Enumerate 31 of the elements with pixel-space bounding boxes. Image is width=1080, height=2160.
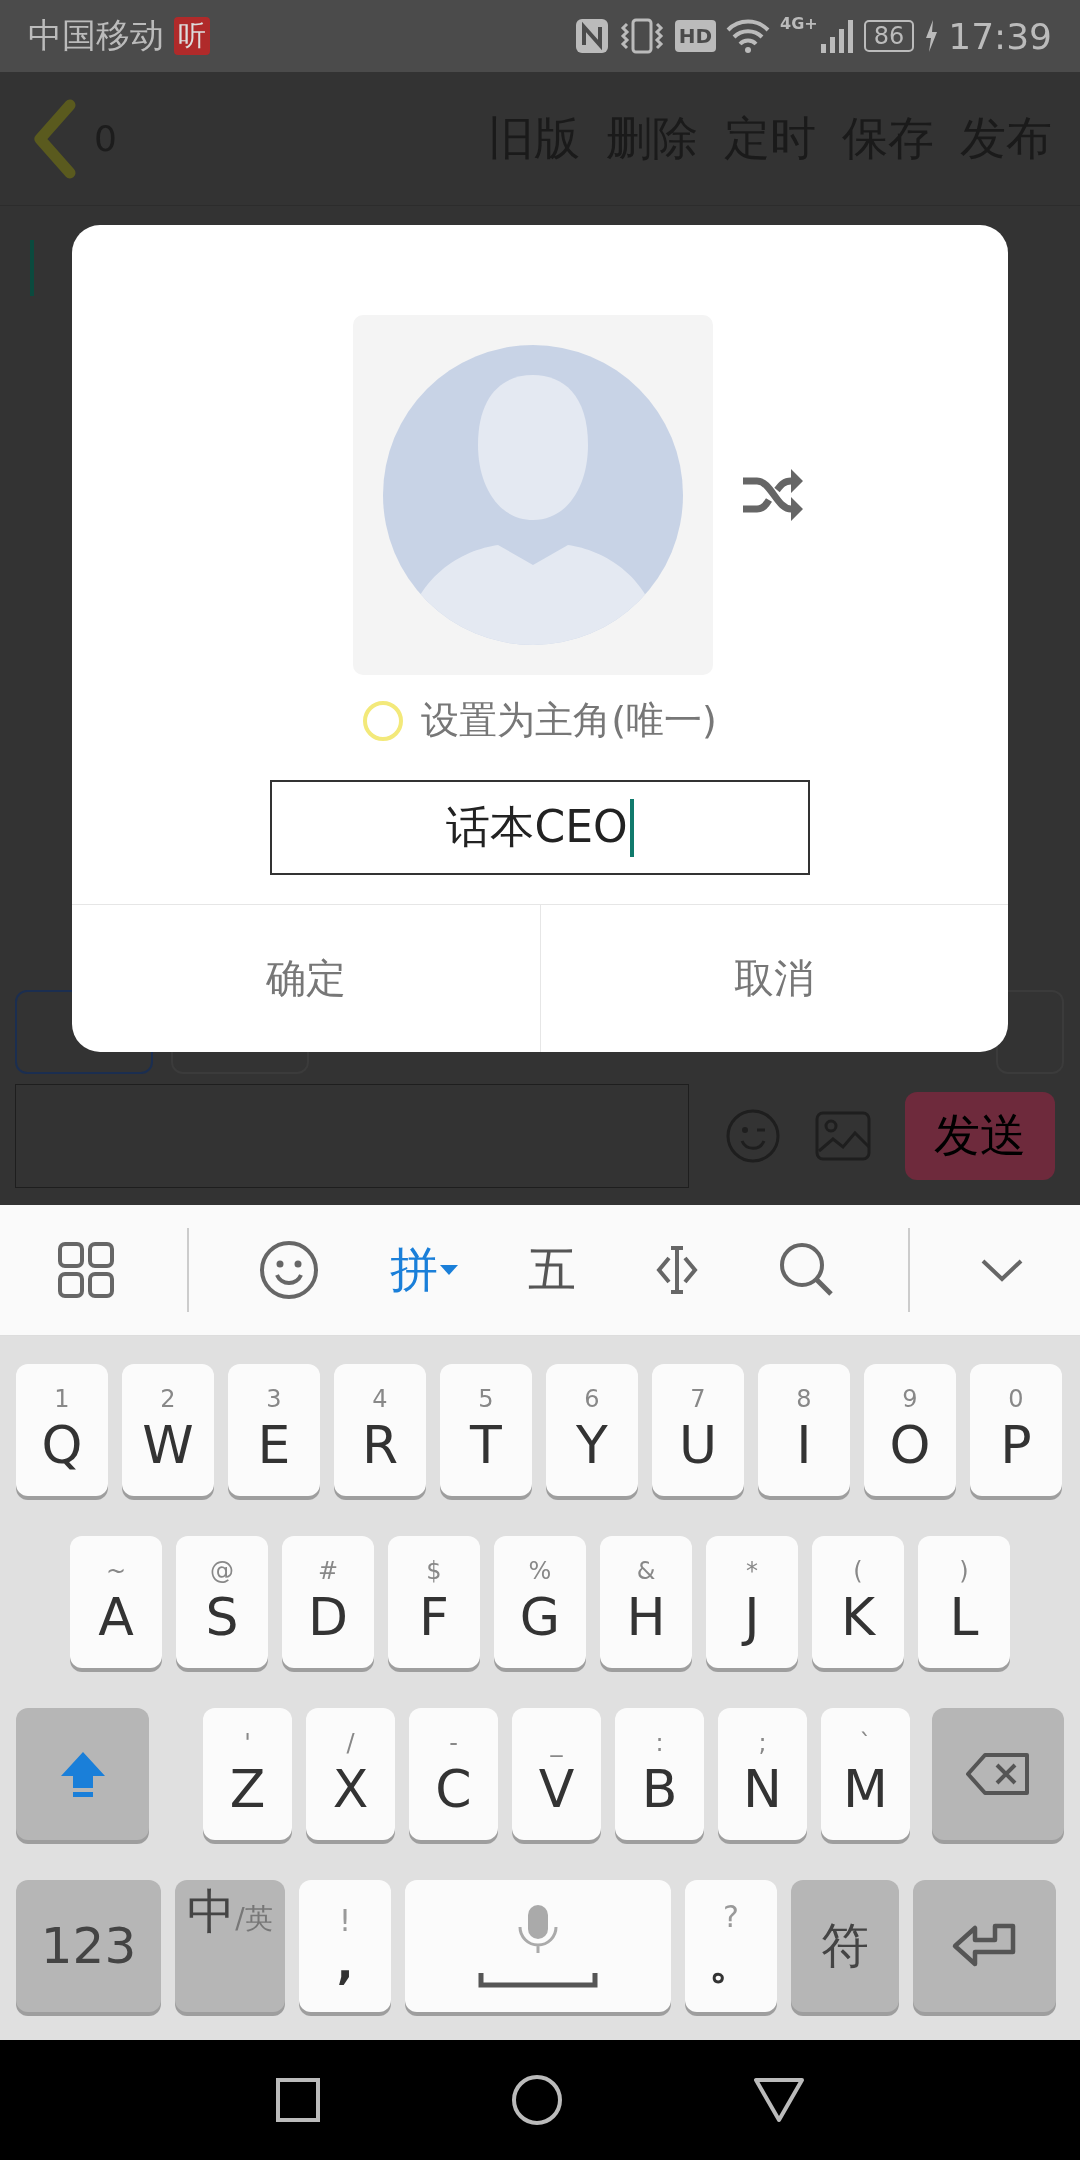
clock: 17:39 bbox=[948, 15, 1052, 57]
signal-icon bbox=[819, 18, 854, 54]
radio-label: 设置为主角(唯一) bbox=[421, 697, 717, 744]
hd-voice-icon: HD bbox=[674, 20, 717, 52]
battery-level: 86 bbox=[863, 20, 915, 52]
network-type: 4G+ bbox=[780, 14, 818, 33]
dialog-button[interactable]: 确定 bbox=[72, 905, 540, 1052]
microphone-icon bbox=[518, 1903, 558, 1955]
recents-button[interactable] bbox=[275, 2077, 321, 2123]
grid-icon[interactable] bbox=[56, 1240, 116, 1300]
chevron-down-icon[interactable] bbox=[980, 1257, 1024, 1283]
wifi-icon bbox=[726, 18, 771, 54]
carrier-name: 中国移动 bbox=[28, 14, 164, 57]
app-notification-icon: 听 bbox=[174, 17, 210, 55]
vibrate-icon bbox=[618, 18, 665, 54]
backspace-icon bbox=[965, 1752, 1031, 1796]
input-mode-tab[interactable]: 拼 bbox=[389, 1238, 458, 1302]
text-cursor bbox=[30, 240, 34, 296]
charging-icon bbox=[924, 19, 939, 53]
caret-icon bbox=[439, 1265, 458, 1275]
avatar-placeholder-icon bbox=[383, 345, 683, 645]
smiley-icon[interactable] bbox=[259, 1240, 319, 1300]
radio-button[interactable] bbox=[363, 700, 404, 741]
nfc-icon bbox=[574, 18, 609, 54]
shuffle-icon[interactable] bbox=[741, 467, 805, 523]
back-button[interactable] bbox=[753, 2077, 805, 2123]
dialog-button[interactable]: 取消 bbox=[539, 905, 1008, 1052]
name-field[interactable]: 话本CEO bbox=[270, 780, 810, 875]
home-button[interactable] bbox=[511, 2074, 563, 2126]
input-mode-tab[interactable]: 五 bbox=[528, 1238, 576, 1302]
space-bar-icon bbox=[478, 1971, 598, 1989]
